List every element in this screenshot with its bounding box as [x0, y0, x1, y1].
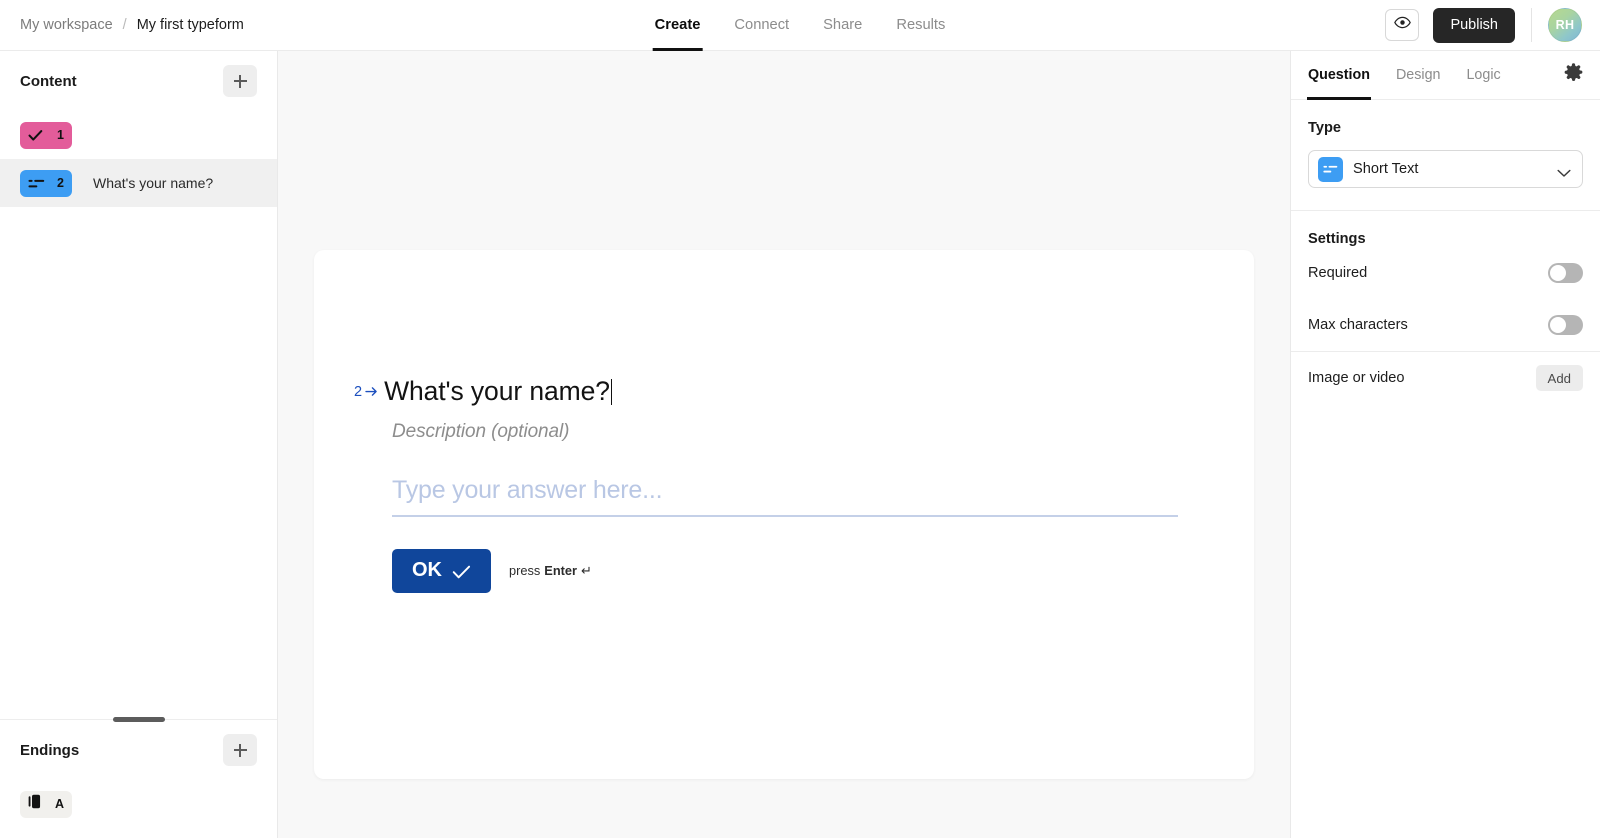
tab-share[interactable]: Share: [823, 0, 862, 51]
answer-placeholder: Type your answer here...: [392, 476, 663, 505]
eye-icon: [1394, 16, 1411, 34]
chevron-down-icon: [1557, 165, 1571, 177]
form-canvas: 2 What's your name? Description (optiona…: [278, 51, 1290, 838]
top-bar: My workspace / My first typeform Create …: [0, 0, 1600, 51]
question-heading-text: What's your name?: [384, 376, 610, 406]
check-icon: [28, 129, 43, 142]
press-enter-key: Enter: [544, 563, 578, 579]
tab-results[interactable]: Results: [896, 0, 945, 51]
content-sidebar: Content 1 2 What's your name? Endings A: [0, 51, 278, 838]
media-row: Image or video Add: [1308, 352, 1583, 404]
arrow-right-icon: [365, 385, 378, 400]
settings-rows: Required Max characters: [1291, 247, 1600, 351]
breadcrumb: My workspace / My first typeform: [0, 17, 244, 33]
question-type-value: Short Text: [1353, 161, 1419, 177]
question-heading[interactable]: What's your name?: [384, 375, 613, 408]
sidebar-section-divider: [0, 716, 277, 722]
settings-label: Settings: [1308, 231, 1366, 247]
top-bar-actions: Publish RH: [1385, 7, 1600, 43]
type-label: Type: [1308, 120, 1341, 136]
list-item[interactable]: 2 What's your name?: [0, 159, 277, 207]
breadcrumb-separator: /: [122, 17, 127, 33]
setting-required-row: Required: [1308, 247, 1583, 299]
question-number: 2: [57, 176, 64, 190]
tab-logic[interactable]: Logic: [1466, 51, 1500, 100]
breadcrumb-form-title[interactable]: My first typeform: [137, 17, 244, 33]
publish-button[interactable]: Publish: [1433, 7, 1515, 43]
question-index: 2: [354, 375, 378, 400]
toggle-knob: [1550, 265, 1566, 281]
short-text-icon: [28, 177, 45, 189]
add-ending-button[interactable]: [223, 734, 257, 766]
sidebar-resize-handle[interactable]: [112, 716, 165, 722]
description-placeholder[interactable]: Description (optional): [392, 421, 1194, 443]
return-key-icon: ↵: [581, 562, 592, 578]
typeform-editor: My workspace / My first typeform Create …: [0, 0, 1600, 838]
setting-required-label: Required: [1308, 265, 1368, 281]
setting-maxchars-row: Max characters: [1308, 299, 1583, 351]
question-list: 1 2 What's your name?: [0, 111, 277, 207]
ending-card-icon: [28, 794, 45, 814]
endings-list: A: [0, 780, 277, 838]
press-enter-hint: press Enter ↵: [509, 563, 592, 579]
question-badge-1: 1: [20, 121, 72, 149]
plus-icon: [233, 74, 247, 88]
tab-question[interactable]: Question: [1307, 51, 1371, 100]
panel-tabs: Question Design Logic: [1291, 51, 1600, 100]
add-media-button[interactable]: Add: [1535, 365, 1583, 391]
question-badge-2: 2: [20, 169, 72, 197]
question-type-select[interactable]: Short Text: [1308, 150, 1583, 188]
endings-title: Endings: [20, 741, 80, 759]
content-header: Content: [0, 51, 277, 111]
list-item[interactable]: 1: [0, 111, 277, 159]
media-label: Image or video: [1308, 370, 1405, 386]
max-characters-toggle[interactable]: [1548, 315, 1583, 335]
ok-button-label: OK: [412, 559, 442, 582]
settings-section-header: Settings: [1291, 211, 1600, 247]
setting-maxchars-label: Max characters: [1308, 317, 1408, 333]
editor-body: Content 1 2 What's your name? Endings A …: [0, 51, 1600, 838]
plus-icon: [233, 743, 247, 757]
answer-field[interactable]: Type your answer here...: [392, 476, 1178, 517]
media-rows: Image or video Add: [1291, 352, 1600, 404]
submit-row: OK press Enter ↵: [392, 548, 1194, 593]
endings-header: Endings: [0, 720, 277, 780]
question-index-number: 2: [354, 384, 363, 400]
required-toggle[interactable]: [1548, 263, 1583, 283]
answer-underline: [392, 515, 1178, 517]
question-number: 1: [57, 128, 64, 142]
tab-create[interactable]: Create: [652, 0, 703, 51]
question-editor: 2 What's your name? Description (optiona…: [354, 375, 1194, 593]
short-text-icon: [1318, 156, 1343, 182]
ending-badge-a: A: [20, 790, 72, 818]
avatar[interactable]: RH: [1548, 8, 1582, 42]
content-title: Content: [20, 72, 77, 90]
list-item[interactable]: A: [0, 780, 277, 828]
settings-gear-button[interactable]: [1564, 63, 1583, 87]
question-card: 2 What's your name? Description (optiona…: [314, 250, 1254, 779]
text-caret: [610, 379, 613, 405]
tab-design[interactable]: Design: [1396, 51, 1441, 100]
gear-icon: [1564, 63, 1583, 87]
add-question-button[interactable]: [223, 65, 257, 97]
ending-letter: A: [54, 797, 64, 811]
question-title-row: 2 What's your name?: [354, 375, 1194, 408]
main-nav-tabs: Create Connect Share Results: [652, 0, 945, 51]
type-section: Type Short Text: [1291, 100, 1600, 188]
preview-button[interactable]: [1385, 9, 1420, 41]
toggle-knob: [1550, 317, 1566, 333]
ok-button[interactable]: OK: [392, 548, 491, 593]
toolbar-divider: [1531, 8, 1532, 42]
tab-connect[interactable]: Connect: [734, 0, 789, 51]
question-label: What's your name?: [93, 175, 214, 191]
check-icon: [452, 563, 471, 579]
settings-panel: Question Design Logic Type Short Text Se…: [1290, 51, 1600, 838]
breadcrumb-workspace[interactable]: My workspace: [20, 17, 113, 33]
press-enter-prefix: press: [509, 563, 541, 579]
